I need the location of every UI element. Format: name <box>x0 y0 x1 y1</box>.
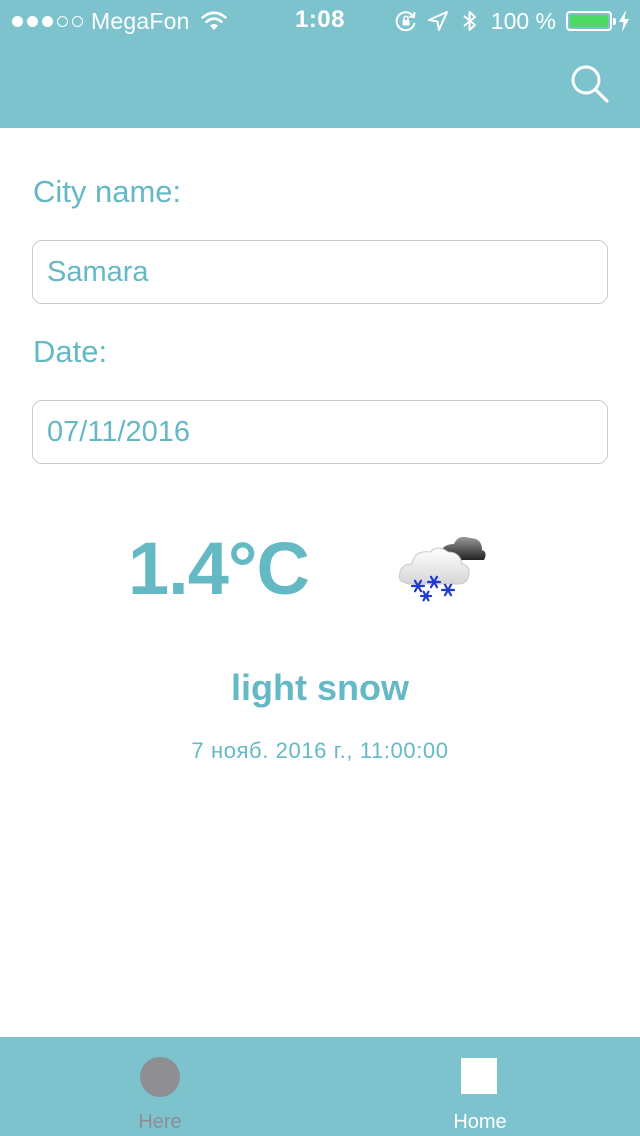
status-bar: MegaFon 1:08 100 % <box>0 0 640 40</box>
tab-home[interactable]: Home <box>320 1037 640 1136</box>
charging-bolt-icon <box>619 10 629 32</box>
city-name-label: City name: <box>33 174 182 209</box>
search-icon[interactable] <box>566 60 614 108</box>
battery-nub <box>613 18 616 25</box>
city-name-field[interactable] <box>32 240 608 304</box>
location-arrow-icon <box>427 11 448 31</box>
battery-fill <box>570 15 608 27</box>
tab-bar: Here Home <box>0 1037 640 1136</box>
square-icon <box>461 1058 497 1094</box>
date-field[interactable] <box>32 400 608 464</box>
rotation-lock-icon <box>395 11 416 32</box>
status-right: 100 % <box>395 7 630 35</box>
light-snow-cloud-icon <box>399 536 486 602</box>
temperature-value: 1.4°C <box>128 527 310 610</box>
forecast-timestamp: 7 нояб. 2016 г., 11:00:00 <box>191 738 449 763</box>
weather-description: light snow <box>231 667 409 708</box>
battery-percent: 100 % <box>490 7 556 34</box>
tab-here[interactable]: Here <box>0 1037 320 1136</box>
circle-icon <box>140 1057 180 1097</box>
date-label: Date: <box>33 334 108 369</box>
battery-icon <box>566 11 616 31</box>
bluetooth-icon <box>463 11 476 31</box>
top-bar: MegaFon 1:08 100 % <box>0 0 640 128</box>
tab-home-label: Home <box>453 1111 507 1133</box>
tab-here-label: Here <box>138 1111 182 1133</box>
